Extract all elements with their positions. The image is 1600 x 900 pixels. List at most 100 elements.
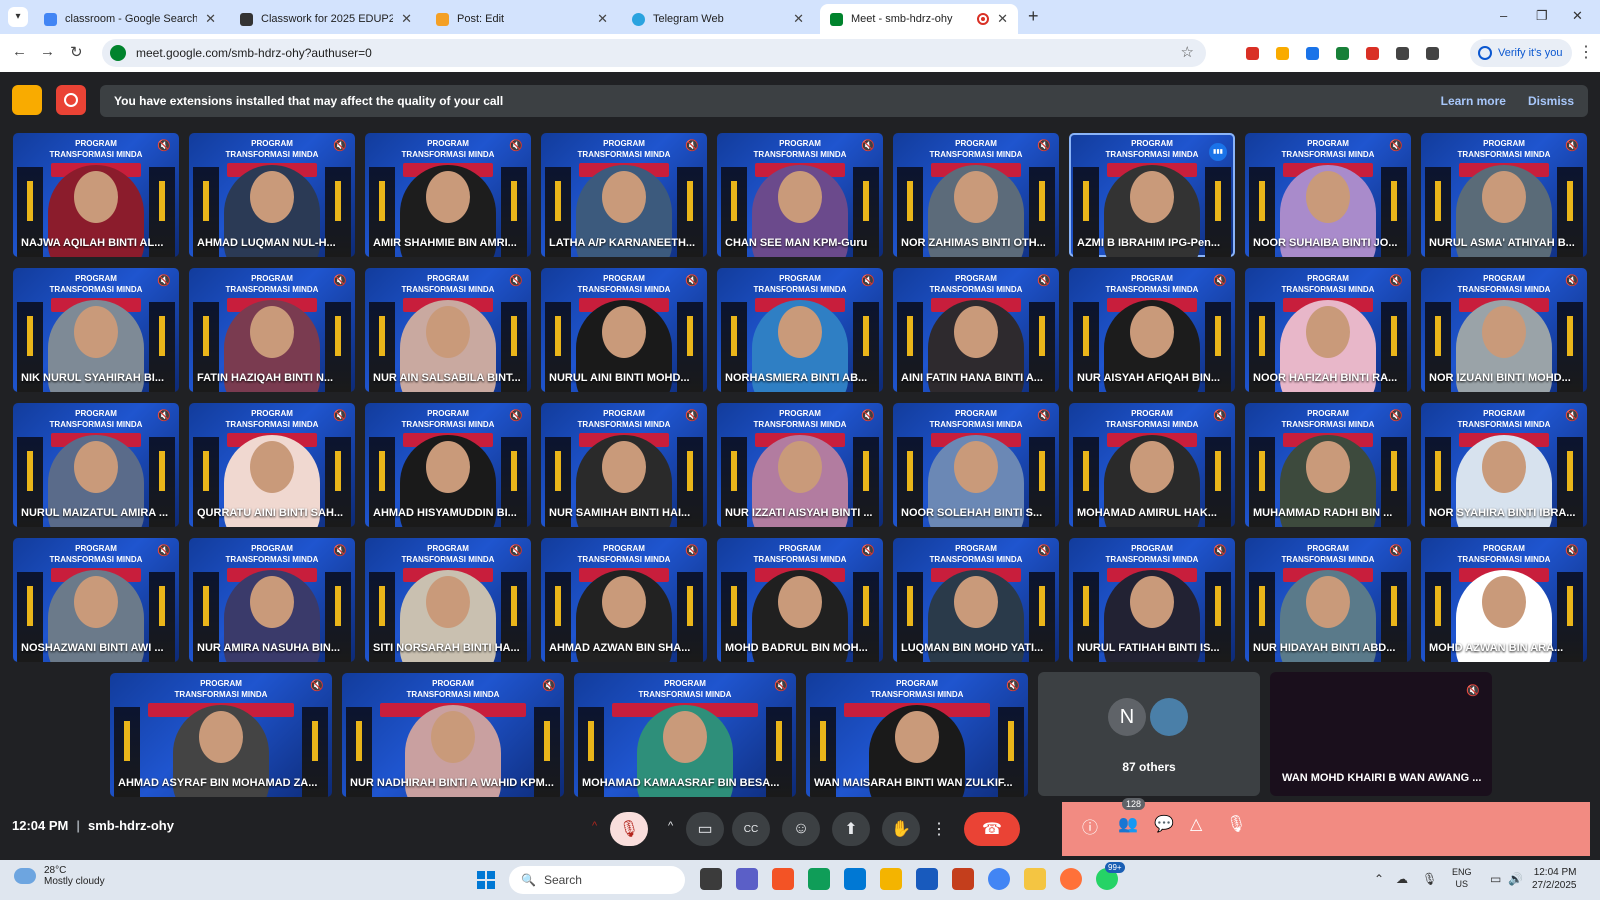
task-view-icon[interactable] [700,868,722,890]
participant-tile[interactable]: PROGRAM TRANSFORMASI MINDA 🔇 QURRATU AINI B… [189,403,355,527]
url-text[interactable]: meet.google.com/smb-hdrz-ohy?authuser=0 [136,46,372,60]
participant-tile[interactable]: PROGRAM TRANSFORMASI MINDA 🔇 NOOR SOLEHAH B… [893,403,1059,527]
verify-profile-button[interactable]: Verify it's you [1470,39,1573,67]
record-icon[interactable] [56,85,86,115]
tab-google-search[interactable]: classroom - Google Search ✕ [34,4,226,34]
participant-tile[interactable]: PROGRAM TRANSFORMASI MINDA 🔇 NUR AIN SALSAB… [365,268,531,392]
close-icon[interactable]: ✕ [205,11,216,27]
close-icon[interactable]: ✕ [597,11,608,27]
extension-icon[interactable] [1246,47,1259,60]
chrome-icon[interactable] [988,868,1010,890]
participant-tile[interactable]: PROGRAM TRANSFORMASI MINDA 🔇 NUR SAMIHAH BI… [541,403,707,527]
volume-icon[interactable]: 🔊 [1508,872,1523,886]
participant-tile[interactable]: 🔇 WAN MOHD KHAIRI B WAN AWANG ... [1270,672,1492,796]
chevron-up-icon[interactable]: ⌃ [1374,872,1384,886]
participant-tile[interactable]: PROGRAM TRANSFORMASI MINDA 🔇 MOHD BADRUL BI… [717,538,883,662]
participant-tile[interactable]: PROGRAM TRANSFORMASI MINDA 🔇 AHMAD ASYRAF B… [110,673,332,797]
tab-search-menu-button[interactable]: ▾ [8,7,28,27]
participant-tile[interactable]: PROGRAM TRANSFORMASI MINDA 🔇 AHMAD LUQMAN N… [189,133,355,257]
dismiss-button[interactable]: Dismiss [1528,94,1574,108]
participant-tile[interactable]: PROGRAM TRANSFORMASI MINDA 🔇 NUR AISYAH AFI… [1069,268,1235,392]
participant-tile[interactable]: PROGRAM TRANSFORMASI MINDA 🔇 LUQMAN BIN MOH… [893,538,1059,662]
participant-tile[interactable]: PROGRAM TRANSFORMASI MINDA 🔇 NORHASMIERA BI… [717,268,883,392]
extension-icon[interactable] [1276,47,1289,60]
participant-tile[interactable]: PROGRAM TRANSFORMASI MINDA 🔇 AHMAD AZWAN BI… [541,538,707,662]
extension-warning-icon[interactable] [12,85,42,115]
participant-tile[interactable]: PROGRAM TRANSFORMASI MINDA 🔇 NOSHAZWANI BIN… [13,538,179,662]
participant-tile[interactable]: PROGRAM TRANSFORMASI MINDA 🔇 NUR IZZATI AIS… [717,403,883,527]
bookmark-star-icon[interactable]: ☆ [1181,43,1194,61]
participant-tile[interactable]: PROGRAM TRANSFORMASI MINDA 🔇 MOHD AZWAN BIN… [1421,538,1587,662]
tab-telegram[interactable]: Telegram Web ✕ [622,4,814,34]
participant-tile[interactable]: PROGRAM TRANSFORMASI MINDA 🔇 NOOR HAFIZAH B… [1245,268,1411,392]
participant-tile[interactable]: PROGRAM TRANSFORMASI MINDA 🔇 MUHAMMAD RADHI… [1245,403,1411,527]
participant-tile[interactable]: PROGRAM TRANSFORMASI MINDA 🔇 AHMAD HISYAMUD… [365,403,531,527]
powerpoint-icon[interactable] [952,868,974,890]
extension-icon[interactable] [1336,47,1349,60]
participant-tile[interactable]: PROGRAM TRANSFORMASI MINDA 🔇 NOR ZAHIMAS BI… [893,133,1059,257]
taskbar-search[interactable]: 🔍 Search [509,866,685,894]
browser-menu-icon[interactable]: ⋮ [1578,42,1594,62]
tab-classroom[interactable]: Classwork for 2025 EDUP2112 ✕ [230,4,422,34]
participant-tile[interactable]: PROGRAM TRANSFORMASI MINDA 🔇 NUR HIDAYAH BI… [1245,538,1411,662]
more-options-button[interactable]: ⋮ [926,812,952,846]
close-window-button[interactable]: ✕ [1572,8,1583,24]
video-options-icon[interactable]: ^ [668,820,673,832]
tab-post-edit[interactable]: Post: Edit ✕ [426,4,618,34]
people-icon[interactable]: 👥 [1118,814,1138,834]
system-clock[interactable]: 12:04 PM 27/2/2025 [1532,866,1577,892]
participant-tile[interactable]: PROGRAM TRANSFORMASI MINDA 🔇 CHAN SEE MAN K… [717,133,883,257]
back-icon[interactable]: ← [12,43,27,60]
participant-tile[interactable]: PROGRAM TRANSFORMASI MINDA 🔇 NURUL AINI BIN… [541,268,707,392]
activities-icon[interactable]: △ [1190,814,1202,834]
participant-tile[interactable]: PROGRAM TRANSFORMASI MINDA 🔇 AMIR SHAHMIE B… [365,133,531,257]
tab-meet[interactable]: Meet - smb-hdrz-ohy ✕ [820,4,1018,34]
outlook-icon[interactable] [844,868,866,890]
others-tile[interactable]: N 87 others [1038,672,1260,796]
extension-icon[interactable] [1306,47,1319,60]
weather-widget[interactable]: 28°C Mostly cloudy [14,865,105,887]
restore-button[interactable]: ❐ [1536,8,1548,24]
leave-call-button[interactable]: ☎ [964,812,1020,846]
participant-tile[interactable]: PROGRAM TRANSFORMASI MINDA 🔇 NUR NADHIRAH B… [342,673,564,797]
participant-tile[interactable]: PROGRAM TRANSFORMASI MINDA 🔇 NOR SYAHIRA BI… [1421,403,1587,527]
participant-tile[interactable]: PROGRAM TRANSFORMASI MINDA 🔇 AINI FATIN HAN… [893,268,1059,392]
participant-tile[interactable]: PROGRAM TRANSFORMASI MINDA 🔇 NAJWA AQILAH B… [13,133,179,257]
teams-icon[interactable] [736,868,758,890]
copilot-icon[interactable] [772,868,794,890]
close-icon[interactable]: ✕ [997,11,1008,27]
participant-tile[interactable]: PROGRAM TRANSFORMASI MINDA 🔇 NIK NURUL SYAH… [13,268,179,392]
language-indicator[interactable]: ENG US [1452,866,1472,890]
participant-tile[interactable]: PROGRAM TRANSFORMASI MINDA 🔇 SITI NORSARAH … [365,538,531,662]
microphone-icon[interactable]: 🎙 [1422,872,1437,886]
participant-tile[interactable]: PROGRAM TRANSFORMASI MINDA 🔇 NOR IZUANI BIN… [1421,268,1587,392]
edge-icon[interactable] [808,868,830,890]
extension-icon[interactable] [1366,47,1379,60]
mic-off-button[interactable]: 🎙 [610,812,648,846]
host-controls-icon[interactable]: 🎙 [1226,814,1246,834]
onedrive-icon[interactable]: ☁ [1396,872,1408,886]
word-icon[interactable] [916,868,938,890]
reload-icon[interactable]: ↻ [70,43,83,61]
audio-options-icon[interactable]: ^ [592,820,597,832]
participant-tile[interactable]: PROGRAM TRANSFORMASI MINDA ▮▮▮ AZMI B IBRAH… [1069,133,1235,257]
participant-tile[interactable]: PROGRAM TRANSFORMASI MINDA 🔇 NUR AMIRA NASU… [189,538,355,662]
participant-tile[interactable]: PROGRAM TRANSFORMASI MINDA 🔇 WAN MAISARAH B… [806,673,1028,797]
participant-tile[interactable]: PROGRAM TRANSFORMASI MINDA 🔇 NURUL MAIZATUL… [13,403,179,527]
participant-tile[interactable]: PROGRAM TRANSFORMASI MINDA 🔇 MOHAMAD AMIRUL… [1069,403,1235,527]
minimize-button[interactable]: – [1500,8,1507,23]
emoji-button[interactable]: ☺ [782,812,820,846]
address-bar[interactable]: meet.google.com/smb-hdrz-ohy?authuser=0 … [102,39,1206,67]
participant-tile[interactable]: PROGRAM TRANSFORMASI MINDA 🔇 NURUL ASMA' AT… [1421,133,1587,257]
file-explorer-icon[interactable] [1024,868,1046,890]
extension-icon[interactable] [1396,47,1409,60]
start-button[interactable] [477,871,495,889]
firefox-icon[interactable] [1060,868,1082,890]
participant-tile[interactable]: PROGRAM TRANSFORMASI MINDA 🔇 LATHA A/P KARN… [541,133,707,257]
new-tab-button[interactable]: + [1028,6,1039,27]
learn-more-link[interactable]: Learn more [1441,94,1506,108]
participant-tile[interactable]: PROGRAM TRANSFORMASI MINDA 🔇 NOOR SUHAIBA B… [1245,133,1411,257]
forward-icon[interactable]: → [40,43,55,60]
participant-tile[interactable]: PROGRAM TRANSFORMASI MINDA 🔇 FATIN HAZIQAH … [189,268,355,392]
participant-tile[interactable]: PROGRAM TRANSFORMASI MINDA 🔇 MOHAMAD KAMAAS… [574,673,796,797]
